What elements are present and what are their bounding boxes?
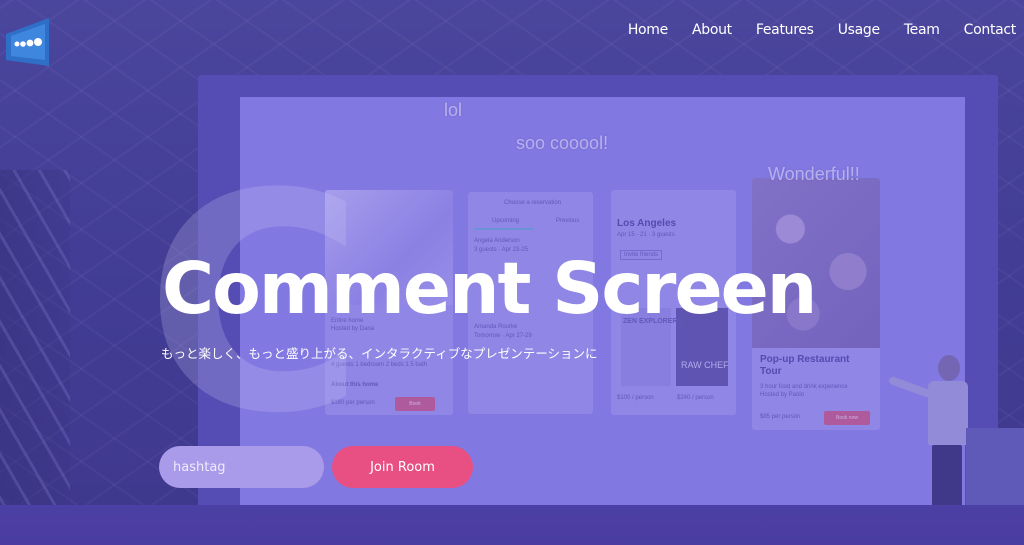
- hero-title: Comment Screen: [162, 247, 817, 330]
- nav-features-link[interactable]: Features: [756, 22, 814, 38]
- join-room-button[interactable]: Join Room: [332, 446, 473, 488]
- hero-subtitle: もっと楽しく、もっと盛り上がる、インタラクティブなプレゼンテーションに: [161, 346, 598, 361]
- nav-contact-link[interactable]: Contact: [964, 22, 1017, 38]
- main-nav: Home About Features Usage Team Contact: [628, 0, 1024, 60]
- nav-home-link[interactable]: Home: [628, 22, 668, 38]
- nav-usage-link[interactable]: Usage: [838, 22, 880, 38]
- screen-bubbles-logo-icon[interactable]: [5, 16, 50, 66]
- hashtag-input[interactable]: [159, 446, 324, 488]
- nav-team-link[interactable]: Team: [904, 22, 940, 38]
- nav-about-link[interactable]: About: [692, 22, 732, 38]
